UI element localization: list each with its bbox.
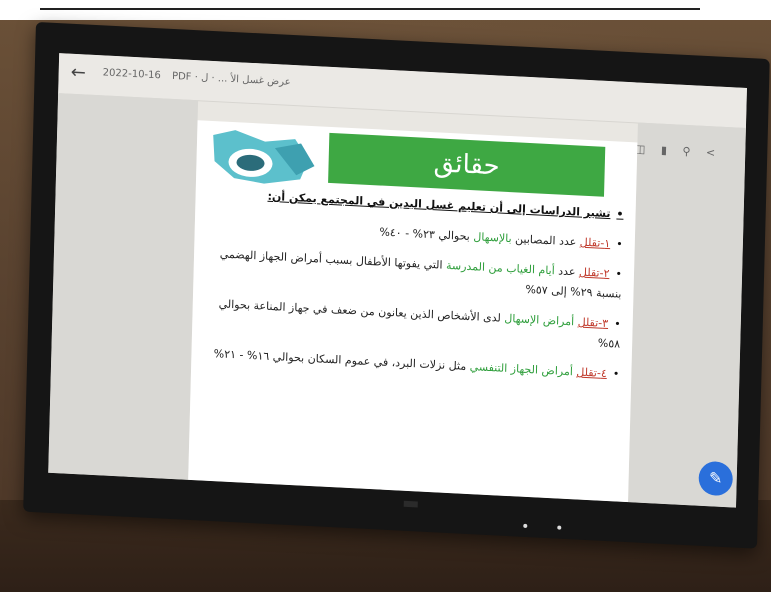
item-number: ٣-تقلل — [577, 315, 609, 331]
item-text: مثل نزلات البرد، في عموم السكان بحوالي ١… — [213, 347, 470, 374]
document-title: 2022-10-16 PDF · عرض غسل الأ ... · ل — [103, 67, 291, 88]
item-number: ١-تقلل — [579, 235, 611, 251]
divider — [40, 8, 700, 10]
item-text: عدد المصابين — [511, 232, 580, 249]
item-number: ٢-تقلل — [578, 265, 610, 281]
bezel-lights — [523, 513, 591, 535]
item-highlight: أمراض الإسهال — [504, 311, 575, 329]
item-text: عدد — [554, 264, 580, 279]
slide-title-banner: حقائق — [328, 132, 606, 197]
slide-page: حقائق تشير الدراسات إلى أن تعليم غسل الي… — [188, 120, 638, 503]
item-number: ٤-تقلل — [576, 365, 608, 381]
tv-screen: ← 2022-10-16 PDF · عرض غسل الأ ... · ل ◫… — [48, 53, 747, 508]
document-date: 2022-10-16 — [102, 67, 161, 82]
list-item: ٢-تقلل عدد أيام الغياب من المدرسة التي ي… — [201, 243, 622, 304]
share-icon[interactable]: < — [706, 146, 716, 159]
search-icon[interactable]: ⚲ — [682, 145, 690, 158]
slide-content: تشير الدراسات إلى أن تعليم غسل اليدين في… — [199, 187, 624, 395]
list-item: ٣-تقلل أمراض الإسهال لدى الأشخاص الذين ي… — [200, 293, 621, 354]
item-highlight: بالإسهال — [473, 230, 512, 246]
left-margin — [48, 93, 199, 480]
back-arrow-icon[interactable]: ← — [70, 62, 86, 84]
page-icon[interactable]: ▮ — [661, 144, 667, 157]
tv-frame: ← 2022-10-16 PDF · عرض غسل الأ ... · ل ◫… — [23, 22, 770, 549]
item-highlight: أيام الغياب من المدرسة — [445, 258, 555, 278]
tv-sensor — [403, 500, 418, 508]
item-highlight: أمراض الجهاز التنفسي — [469, 360, 574, 379]
document-name: PDF · عرض غسل الأ ... · ل — [171, 70, 291, 88]
handwash-logo-icon — [203, 124, 324, 191]
right-margin — [628, 122, 746, 508]
item-text: بحوالي ٢٣% - ٤٠% — [379, 225, 474, 244]
top-strip — [0, 0, 771, 20]
